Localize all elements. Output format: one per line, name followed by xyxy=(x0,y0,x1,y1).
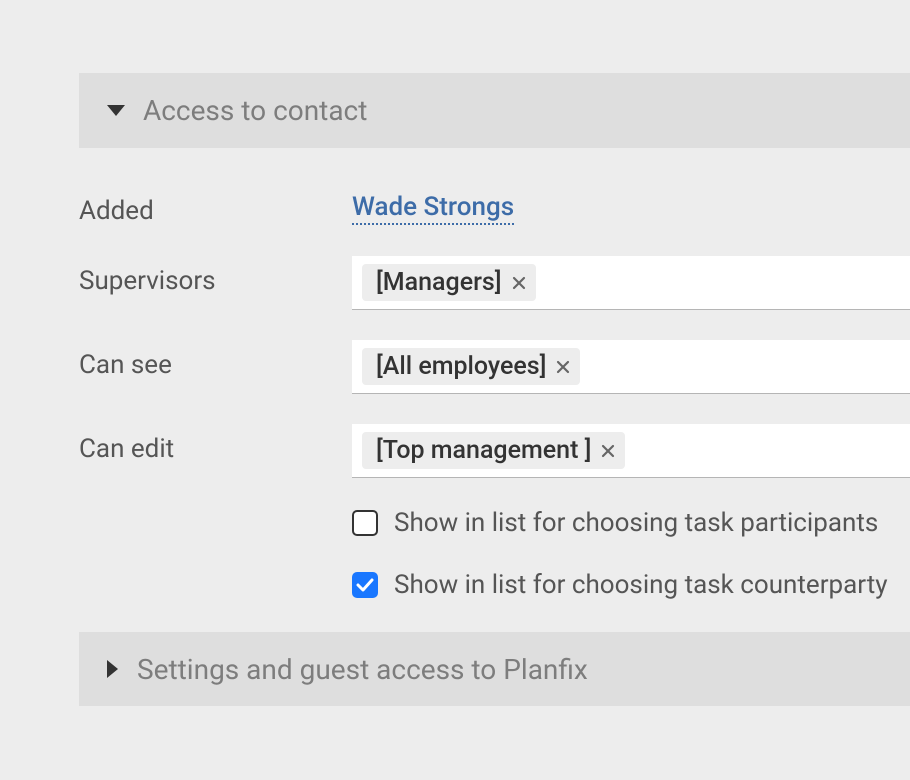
can-edit-input[interactable]: [Top management ] xyxy=(352,424,910,478)
section-title: Settings and guest access to Planfix xyxy=(137,653,588,686)
can-edit-tag: [Top management ] xyxy=(362,432,625,469)
can-see-label: Can see xyxy=(79,340,352,380)
remove-tag-icon[interactable] xyxy=(601,444,615,458)
section-access-to-contact-header[interactable]: Access to contact xyxy=(79,73,910,148)
supervisors-tag: [Managers] xyxy=(362,264,536,301)
section-settings-guest-access-header[interactable]: Settings and guest access to Planfix xyxy=(79,632,910,706)
show-in-counterparty-label: Show in list for choosing task counterpa… xyxy=(394,570,888,600)
added-label: Added xyxy=(79,186,352,226)
supervisors-label: Supervisors xyxy=(79,256,352,296)
remove-tag-icon[interactable] xyxy=(512,276,526,290)
tag-label: [Managers] xyxy=(376,268,502,297)
can-see-input[interactable]: [All employees] xyxy=(352,340,910,394)
section-title: Access to contact xyxy=(143,94,367,127)
supervisors-input[interactable]: [Managers] xyxy=(352,256,910,310)
show-in-participants-label: Show in list for choosing task participa… xyxy=(394,508,878,538)
can-see-tag: [All employees] xyxy=(362,348,580,385)
show-in-participants-checkbox[interactable] xyxy=(352,510,378,536)
chevron-right-icon xyxy=(107,660,119,678)
show-in-counterparty-checkbox[interactable] xyxy=(352,572,378,598)
chevron-down-icon xyxy=(107,105,125,117)
tag-label: [Top management ] xyxy=(376,436,591,465)
tag-label: [All employees] xyxy=(376,352,546,381)
can-edit-label: Can edit xyxy=(79,424,352,464)
remove-tag-icon[interactable] xyxy=(556,360,570,374)
added-user-link[interactable]: Wade Strongs xyxy=(352,192,514,225)
